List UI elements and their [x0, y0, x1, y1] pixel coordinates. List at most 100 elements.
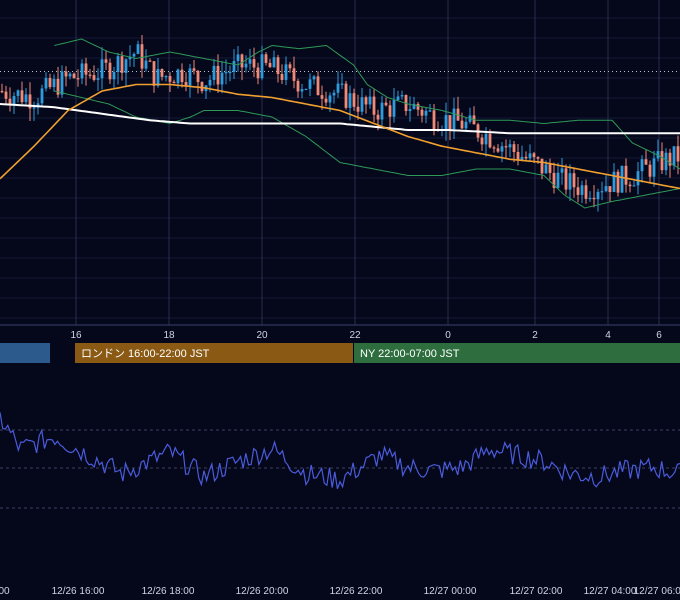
candle-body [560, 168, 564, 173]
candle-body [124, 59, 128, 73]
candle-body [432, 110, 436, 130]
candle-body [496, 148, 500, 152]
candle-body [360, 97, 364, 112]
candle-body [612, 171, 616, 193]
candle-body [60, 71, 64, 95]
candle-body [104, 59, 108, 63]
session-label: ロンドン 16:00-22:00 JST [81, 348, 210, 360]
candle-body [340, 83, 344, 85]
candle-body [96, 78, 100, 80]
candle-body [508, 144, 512, 148]
candle-body [520, 156, 524, 160]
candle-body [220, 72, 224, 85]
osc-x-tick-label: 12/26 20:00 [236, 586, 289, 597]
candle-body [316, 76, 320, 96]
candle-body [396, 96, 400, 101]
candle-body [376, 114, 380, 120]
candle-body [660, 151, 664, 171]
candle-body [548, 164, 552, 173]
x-axis-layer: 16 18 20 22 0 2 4 6 [0, 324, 680, 341]
candle-body [4, 91, 8, 99]
candle-body [556, 172, 560, 188]
candle-body [400, 95, 404, 97]
candle-body [88, 74, 92, 76]
candle-body [540, 158, 544, 174]
candle-body [236, 54, 240, 61]
candle-body [584, 185, 588, 199]
candle-body [160, 69, 164, 77]
candle-body [576, 187, 580, 195]
candle-body [448, 115, 452, 130]
candle-body [168, 76, 172, 82]
candle-body [12, 95, 16, 104]
candle-body [224, 72, 228, 74]
candle-body [588, 197, 592, 200]
candle-body [52, 78, 56, 88]
osc-x-tick-label: 12/27 06:00 [634, 586, 680, 597]
candle-body [8, 98, 12, 104]
candle-body [644, 159, 648, 165]
osc-x-tick-label: 12/27 00:00 [424, 586, 477, 597]
candle-body [528, 153, 532, 159]
candle-body [188, 68, 192, 86]
candle-body [120, 56, 124, 73]
x-tick-label: 22 [349, 330, 361, 341]
candle-body [420, 109, 424, 116]
osc-x-tick-label: 12/27 04:00 [584, 586, 637, 597]
candle-body [260, 54, 264, 79]
candle-body [132, 53, 136, 57]
candle-body [544, 164, 548, 174]
osc-x-tick-label: 12/27 02:00 [510, 586, 563, 597]
candle-body [616, 171, 620, 193]
candle-body [16, 90, 20, 96]
candle-body [348, 93, 352, 108]
candle-body [500, 146, 504, 152]
session-bar-layer: ロンドン 16:00-22:00 JST NY 22:00-07:00 JST [0, 343, 680, 363]
candle-body [248, 59, 252, 64]
candle-body [152, 61, 156, 86]
candle-body [20, 90, 24, 103]
candle-body [76, 78, 80, 80]
candle-body [148, 60, 152, 62]
candle-body [484, 133, 488, 145]
candle-body [460, 120, 464, 129]
candle-body [640, 159, 644, 172]
candle-body [428, 110, 432, 112]
candle-body [48, 77, 52, 88]
candle-body [392, 100, 396, 117]
candle-body [300, 89, 304, 92]
osc-x-tick-label: 12/26 18:00 [142, 586, 195, 597]
candle-body [464, 121, 468, 129]
candle-body [196, 70, 200, 83]
candle-body [280, 74, 284, 80]
osc-x-tick-label: 12/26 22:00 [330, 586, 383, 597]
candle-body [272, 57, 276, 68]
candle-body [296, 80, 300, 92]
candle-body [504, 146, 508, 148]
candle-body [92, 75, 96, 80]
candle-body [264, 54, 268, 63]
candle-body [164, 76, 168, 78]
candle-body [568, 173, 572, 190]
candle-body [320, 95, 324, 99]
moving-average-short-line [0, 83, 680, 190]
candle-body [216, 65, 220, 85]
candle-body [356, 106, 360, 112]
candle-body [344, 83, 348, 108]
candle-body [608, 186, 612, 193]
candle-body [228, 71, 232, 74]
candle-body [512, 144, 516, 152]
candle-body [116, 56, 120, 73]
candle-body [24, 94, 28, 103]
oscillator-line [0, 412, 680, 490]
candle-body [648, 164, 652, 177]
candle-body [532, 153, 536, 158]
candle-body [620, 165, 624, 193]
candle-body [312, 76, 316, 80]
candle-body [444, 115, 448, 130]
candle-body [352, 93, 356, 107]
moving-average-long-line [0, 103, 680, 135]
candle-body [112, 72, 116, 80]
candle-body [624, 165, 628, 185]
candle-body [368, 96, 372, 105]
